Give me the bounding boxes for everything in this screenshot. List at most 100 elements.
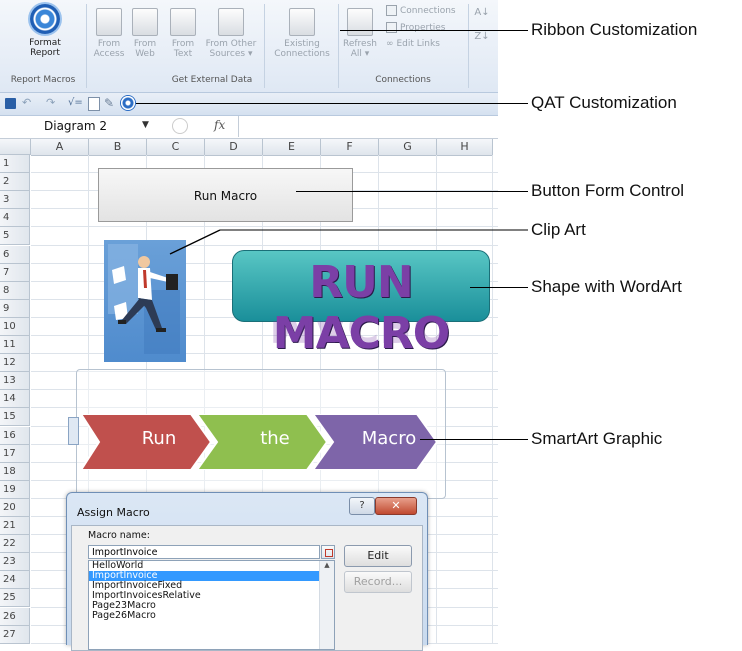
record-button[interactable]: Record... (344, 571, 412, 593)
row-header-25[interactable]: 25 (0, 589, 30, 608)
collapse-dialog-button[interactable] (321, 545, 335, 559)
row-header-21[interactable]: 21 (0, 517, 30, 536)
column-header-c[interactable]: C (147, 139, 205, 156)
group-label-report-macros: Report Macros (10, 75, 76, 85)
leader-line (136, 103, 528, 104)
web-icon (132, 8, 158, 36)
row-header-4[interactable]: 4 (0, 209, 30, 228)
macro-name-label: Macro name: (88, 530, 150, 541)
row-header-26[interactable]: 26 (0, 607, 30, 626)
dialog-body: Macro name: ImportInvoice HelloWorld Impo… (71, 525, 423, 651)
smartart-frame[interactable]: Run the Macro (68, 369, 446, 499)
row-header-2[interactable]: 2 (0, 173, 30, 192)
format-report-button[interactable]: Format Report (22, 4, 68, 58)
row-header-8[interactable]: 8 (0, 281, 30, 300)
scroll-up-icon[interactable]: ▲ (320, 561, 334, 569)
function-icon[interactable]: fx (214, 118, 225, 132)
column-header-e[interactable]: E (263, 139, 321, 156)
formula-input[interactable] (240, 118, 496, 135)
row-header-3[interactable]: 3 (0, 191, 30, 210)
row-header-20[interactable]: 20 (0, 498, 30, 517)
properties-icon (386, 22, 397, 33)
row-header-15[interactable]: 15 (0, 408, 30, 427)
macro-list-item[interactable]: Page26Macro (89, 611, 321, 621)
refresh-all-button[interactable]: Refresh All ▾ (340, 8, 380, 59)
column-header-g[interactable]: G (379, 139, 437, 156)
macro-list[interactable]: HelloWorld ImportInvoice ImportInvoiceFixe… (88, 560, 335, 650)
row-header-1[interactable]: 1 (0, 155, 30, 174)
macro-circle-icon[interactable] (121, 96, 135, 110)
edit-button[interactable]: Edit (344, 545, 412, 567)
link-icon: ∞ (386, 39, 394, 49)
scrollbar[interactable]: ▲ (319, 561, 334, 649)
edit-links-button[interactable]: ∞ Edit Links (386, 39, 466, 49)
properties-button[interactable]: Properties (386, 22, 466, 33)
row-header-18[interactable]: 18 (0, 462, 30, 481)
row-header-10[interactable]: 10 (0, 317, 30, 336)
chevron-down-icon[interactable]: ▼ (142, 120, 149, 130)
macro-name-input[interactable]: ImportInvoice (88, 545, 320, 559)
existing-connections-button[interactable]: Existing Connections (270, 8, 334, 59)
column-header-a[interactable]: A (31, 139, 89, 156)
row-header-11[interactable]: 11 (0, 336, 30, 355)
print-preview-icon[interactable] (88, 97, 100, 111)
row-header-12[interactable]: 12 (0, 354, 30, 373)
existing-connections-icon (289, 8, 315, 36)
smartart-text-pane-handle[interactable] (68, 417, 79, 445)
row-header-14[interactable]: 14 (0, 390, 30, 409)
leader-line (340, 30, 528, 31)
select-all-corner[interactable] (0, 139, 31, 155)
help-button[interactable]: ? (349, 497, 375, 515)
formula-icon[interactable]: √= (68, 97, 83, 108)
wordart-shape[interactable]: RUN MACRO (232, 250, 490, 359)
redo-icon[interactable]: ↷ (46, 96, 55, 109)
businessman-running-icon (108, 244, 180, 354)
leader-line (420, 439, 528, 440)
row-header-19[interactable]: 19 (0, 480, 30, 499)
column-header-b[interactable]: B (89, 139, 147, 156)
close-button[interactable]: ✕ (375, 497, 417, 515)
connections-button[interactable]: Connections (386, 5, 466, 16)
row-header-22[interactable]: 22 (0, 535, 30, 554)
row-header-5[interactable]: 5 (0, 227, 30, 246)
clip-art-image[interactable] (104, 240, 186, 362)
group-label-get-external-data: Get External Data (171, 75, 253, 85)
row-header-9[interactable]: 9 (0, 299, 30, 318)
callout-qat-customization: QAT Customization (531, 93, 677, 112)
from-access-button[interactable]: From Access (92, 8, 126, 59)
sort-descending-icon: Z↓ (474, 31, 490, 42)
column-header-f[interactable]: F (321, 139, 379, 156)
edit-icon[interactable]: ✎ (104, 96, 114, 110)
sort-ascending-icon: A↓ (474, 7, 490, 18)
leader-line (296, 191, 528, 192)
text-file-icon (170, 8, 196, 36)
sort-buttons[interactable]: A↓ Z↓ (472, 6, 492, 44)
row-header-16[interactable]: 16 (0, 426, 30, 445)
row-header-13[interactable]: 13 (0, 372, 30, 391)
macro-circle-icon (30, 4, 60, 34)
undo-icon[interactable]: ↶ (22, 96, 31, 109)
row-header-23[interactable]: 23 (0, 553, 30, 572)
group-label-connections: Connections (375, 75, 431, 85)
grid-select-icon (325, 549, 333, 557)
save-icon[interactable] (5, 98, 16, 109)
wordart-reflection: RUN MACRO (269, 321, 451, 347)
from-text-button[interactable]: From Text (166, 8, 200, 59)
row-header-27[interactable]: 27 (0, 625, 30, 644)
group-divider (86, 4, 87, 88)
row-header-24[interactable]: 24 (0, 571, 30, 590)
from-web-button[interactable]: From Web (128, 8, 162, 59)
connections-icon (386, 5, 397, 16)
name-box[interactable]: Diagram 2 ▼ (2, 118, 160, 135)
row-header-6[interactable]: 6 (0, 245, 30, 264)
column-header-h[interactable]: H (437, 139, 493, 156)
other-sources-icon (218, 8, 244, 36)
row-header-17[interactable]: 17 (0, 444, 30, 463)
run-macro-button[interactable]: Run Macro (98, 168, 353, 222)
row-header-7[interactable]: 7 (0, 263, 30, 282)
callout-clip-art: Clip Art (531, 220, 586, 239)
dialog-title: Assign Macro (77, 506, 150, 519)
column-header-d[interactable]: D (205, 139, 263, 156)
callout-ribbon-customization: Ribbon Customization (531, 20, 698, 39)
from-other-sources-button[interactable]: From Other Sources ▾ (204, 8, 258, 59)
